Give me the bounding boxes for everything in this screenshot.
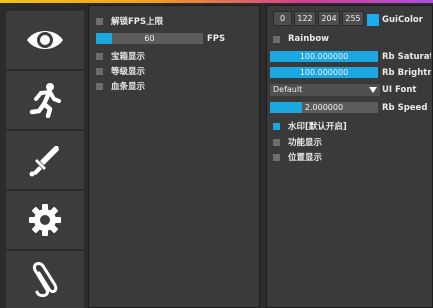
sidebar-item-combat[interactable] <box>6 131 84 189</box>
gui-color-b-field[interactable]: 204 <box>318 11 340 26</box>
rb-saturation-value: 100.000000 <box>299 52 349 61</box>
top-accent-bar <box>0 0 433 3</box>
ui-font-dropdown[interactable]: Default <box>270 84 380 96</box>
feature-display-checkbox[interactable] <box>273 138 280 146</box>
hp-display-checkbox[interactable] <box>96 82 103 90</box>
dropdown-arrow-icon <box>369 87 377 93</box>
unlock-fps-label: 解锁FPS上限 <box>111 17 164 27</box>
watermark-toggle[interactable]: 水印[默认开启] <box>273 120 347 132</box>
rainbow-toggle[interactable]: Rainbow <box>273 33 329 45</box>
sidebar-item-movement[interactable] <box>6 71 84 129</box>
hp-display-toggle[interactable]: 血条显示 <box>96 80 145 92</box>
sidebar-item-visuals[interactable] <box>6 11 84 69</box>
level-display-checkbox[interactable] <box>96 67 103 75</box>
position-display-checkbox[interactable] <box>273 153 280 161</box>
ui-font-label: UI Font <box>382 85 417 95</box>
running-person-icon <box>29 83 61 118</box>
hp-display-label: 血条显示 <box>111 82 146 92</box>
fps-label: FPS <box>207 34 226 44</box>
sidebar <box>0 5 87 308</box>
gui-color-swatch[interactable] <box>367 14 379 26</box>
position-display-toggle[interactable]: 位置显示 <box>273 151 322 163</box>
sword-icon <box>29 146 59 177</box>
feature-display-toggle[interactable]: 功能显示 <box>273 136 322 148</box>
rb-brightness-value: 100.000000 <box>299 68 349 77</box>
gui-color-g-field[interactable]: 122 <box>294 11 316 26</box>
level-display-toggle[interactable]: 等级显示 <box>96 65 145 77</box>
fps-slider[interactable]: 60 <box>96 33 203 44</box>
chest-display-toggle[interactable]: 宝箱显示 <box>96 50 145 62</box>
rainbow-checkbox[interactable] <box>273 35 280 43</box>
gear-icon <box>29 204 61 236</box>
rb-saturation-slider[interactable]: 100.000000 <box>270 51 378 62</box>
rb-saturation-label: Rb Saturation <box>382 52 431 62</box>
watermark-label: 水印[默认开启] <box>288 122 347 132</box>
position-display-label: 位置显示 <box>288 153 323 163</box>
eye-icon <box>27 31 63 49</box>
gui-color-label: GuiColor <box>382 15 423 25</box>
level-display-label: 等级显示 <box>111 67 146 77</box>
ui-font-value: Default <box>273 85 303 94</box>
rb-speed-label: Rb Speed <box>382 103 428 113</box>
gui-color-r-field[interactable]: 0 <box>273 11 292 26</box>
rb-brightness-slider[interactable]: 100.000000 <box>270 67 378 78</box>
sidebar-item-misc[interactable] <box>6 251 84 308</box>
rb-brightness-label: Rb Brightness <box>382 68 431 78</box>
chest-display-checkbox[interactable] <box>96 52 103 60</box>
unlock-fps-toggle[interactable]: 解锁FPS上限 <box>96 15 163 27</box>
gui-color-a-field[interactable]: 255 <box>342 11 364 26</box>
rb-speed-slider[interactable]: 2.000000 <box>270 102 378 113</box>
sidebar-item-settings[interactable] <box>6 191 84 249</box>
paperclip-icon <box>32 261 58 298</box>
chest-display-label: 宝箱显示 <box>111 52 146 62</box>
rainbow-label: Rainbow <box>288 34 330 44</box>
feature-display-label: 功能显示 <box>288 138 323 148</box>
unlock-fps-checkbox[interactable] <box>96 17 103 25</box>
fps-slider-value: 60 <box>144 34 155 43</box>
rb-speed-value: 2.000000 <box>304 103 344 112</box>
watermark-checkbox[interactable] <box>273 122 280 130</box>
